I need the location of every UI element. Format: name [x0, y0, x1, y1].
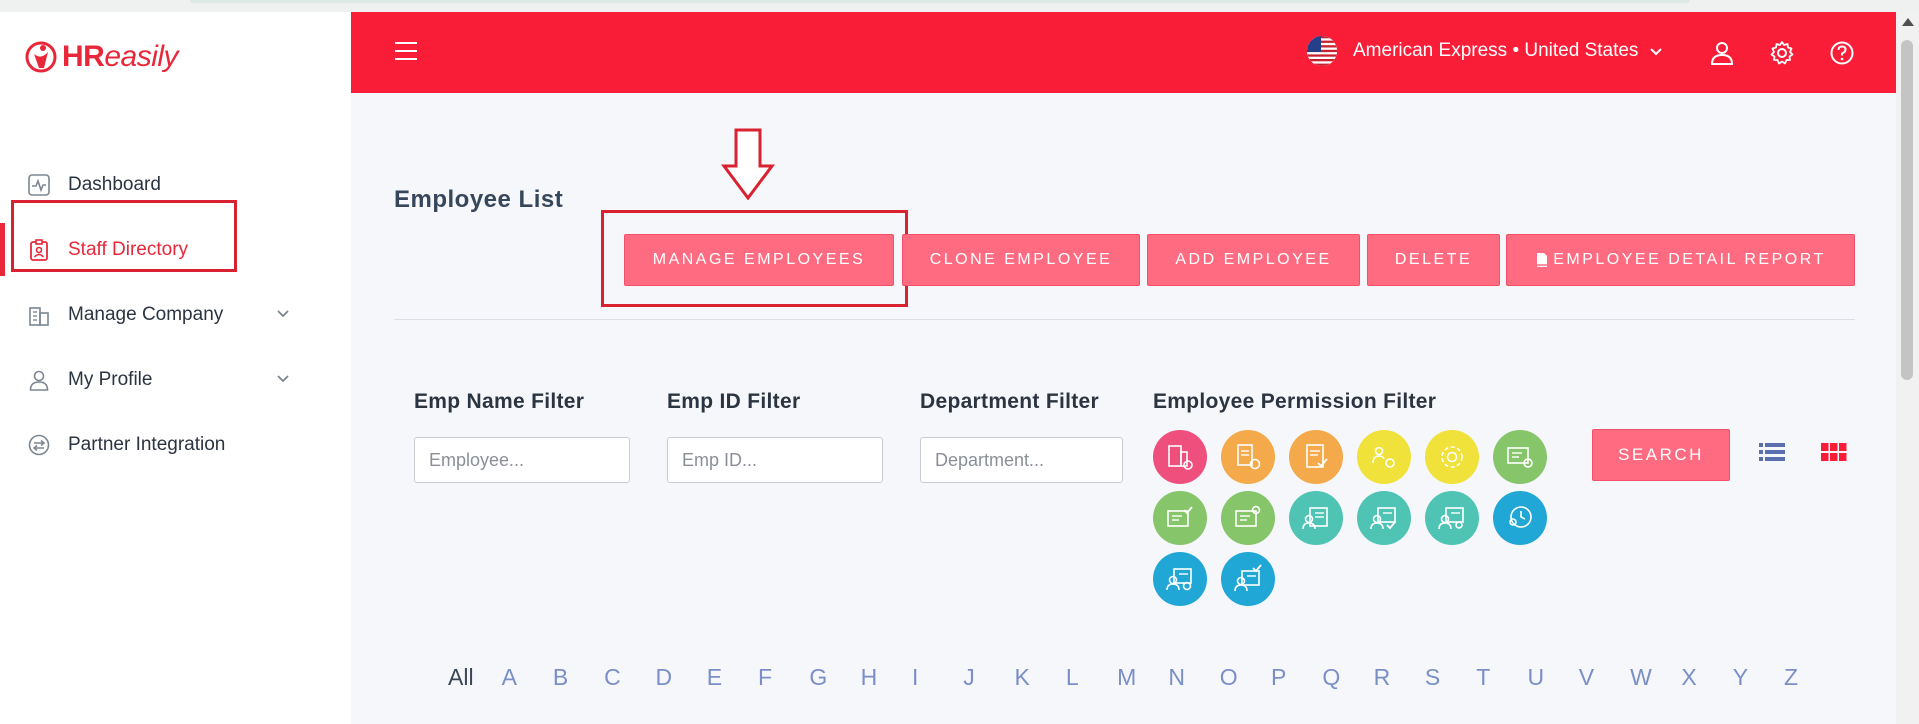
user-icon[interactable]: [1709, 40, 1735, 66]
alpha-n[interactable]: N: [1168, 664, 1219, 691]
alphabet-filter: All A B C D E F G H I J K L M N O P Q R …: [448, 664, 1828, 691]
alpha-x[interactable]: X: [1681, 664, 1732, 691]
alpha-all[interactable]: All: [448, 664, 474, 691]
permission-user-list-icon[interactable]: [1289, 491, 1343, 545]
alpha-c[interactable]: C: [604, 664, 655, 691]
sidebar-item-label: My Profile: [68, 368, 153, 390]
permission-user-approve-icon[interactable]: [1357, 491, 1411, 545]
alpha-p[interactable]: P: [1271, 664, 1322, 691]
permission-card-location-icon[interactable]: [1221, 491, 1275, 545]
annotation-down-arrow-icon: [721, 128, 775, 200]
alpha-v[interactable]: V: [1579, 664, 1630, 691]
page-scrollbar[interactable]: [1896, 12, 1919, 724]
alpha-u[interactable]: U: [1528, 664, 1579, 691]
alpha-f[interactable]: F: [758, 664, 809, 691]
permission-system-settings-icon[interactable]: [1425, 430, 1479, 484]
sidebar-item-manage-company[interactable]: Manage Company: [0, 282, 351, 347]
permission-clock-user-icon[interactable]: [1493, 491, 1547, 545]
chevron-down-icon[interactable]: [275, 371, 291, 387]
highlight-box-staff-directory: [11, 200, 237, 272]
emp-id-filter-input[interactable]: [667, 437, 883, 483]
alpha-i[interactable]: I: [912, 664, 963, 691]
us-flag-icon: [1307, 36, 1337, 66]
permission-filter-label: Employee Permission Filter: [1153, 390, 1437, 413]
department-filter-label: Department Filter: [920, 390, 1099, 413]
permission-card-approve-icon[interactable]: [1153, 491, 1207, 545]
sidebar-item-partner-integration[interactable]: Partner Integration: [0, 412, 351, 477]
browser-chrome-strip: [0, 0, 1919, 12]
alpha-s[interactable]: S: [1425, 664, 1476, 691]
help-icon[interactable]: [1829, 40, 1855, 66]
company-selector[interactable]: American Express • United States: [1307, 36, 1664, 66]
permission-card-settings-icon[interactable]: [1493, 430, 1547, 484]
company-name: American Express • United States: [1353, 40, 1639, 61]
permission-document-approve-icon[interactable]: [1289, 430, 1343, 484]
sidebar-item-label: Partner Integration: [68, 433, 226, 455]
alpha-t[interactable]: T: [1476, 664, 1527, 691]
chevron-down-icon[interactable]: [275, 306, 291, 322]
chevron-down-icon: [1650, 48, 1663, 56]
brand-name: HReasily: [62, 40, 179, 73]
emp-name-filter-input[interactable]: [414, 437, 630, 483]
permission-user-location-icon[interactable]: [1425, 491, 1479, 545]
permission-team-settings-icon[interactable]: [1357, 430, 1411, 484]
document-icon: [1535, 253, 1550, 267]
sidebar-item-label: Manage Company: [68, 303, 224, 325]
section-divider: [394, 319, 1855, 320]
list-view-icon[interactable]: [1758, 440, 1786, 464]
add-employee-button[interactable]: ADD EMPLOYEE: [1147, 234, 1360, 286]
permission-user-time-icon[interactable]: [1153, 552, 1207, 606]
alpha-y[interactable]: Y: [1733, 664, 1784, 691]
emp-name-filter-label: Emp Name Filter: [414, 390, 585, 413]
top-header-bar: American Express • United States: [351, 12, 1896, 93]
manage-employees-button[interactable]: MANAGE EMPLOYEES: [624, 234, 894, 286]
delete-button[interactable]: DELETE: [1367, 234, 1500, 286]
alpha-b[interactable]: B: [553, 664, 604, 691]
sidebar-item-my-profile[interactable]: My Profile: [0, 347, 351, 412]
sidebar-item-label: Dashboard: [68, 173, 161, 195]
logo-icon: [25, 41, 57, 73]
alpha-k[interactable]: K: [1015, 664, 1066, 691]
grid-view-icon[interactable]: [1820, 440, 1848, 464]
active-indicator: [0, 223, 5, 276]
permission-company-settings-icon[interactable]: [1153, 430, 1207, 484]
sidebar: HReasily Dashboard Staff Directory Manag…: [0, 12, 351, 724]
gear-icon[interactable]: [1769, 40, 1795, 66]
swap-icon: [28, 434, 50, 456]
alpha-g[interactable]: G: [809, 664, 860, 691]
alpha-q[interactable]: Q: [1322, 664, 1373, 691]
scroll-up-arrow[interactable]: [1902, 18, 1914, 26]
button-label: EMPLOYEE DETAIL REPORT: [1553, 251, 1826, 268]
alpha-l[interactable]: L: [1066, 664, 1117, 691]
menu-icon[interactable]: [395, 42, 417, 62]
user-icon: [28, 369, 50, 391]
alpha-d[interactable]: D: [655, 664, 706, 691]
employee-detail-report-button[interactable]: EMPLOYEE DETAIL REPORT: [1506, 234, 1855, 286]
clone-employee-button[interactable]: CLONE EMPLOYEE: [902, 234, 1140, 286]
department-filter-input[interactable]: [920, 437, 1123, 483]
building-icon: [28, 304, 50, 326]
permission-document-settings-icon[interactable]: [1221, 430, 1275, 484]
alpha-w[interactable]: W: [1630, 664, 1681, 691]
alpha-e[interactable]: E: [707, 664, 758, 691]
scroll-thumb[interactable]: [1901, 40, 1913, 380]
emp-id-filter-label: Emp ID Filter: [667, 390, 801, 413]
brand-logo[interactable]: HReasily: [24, 40, 179, 74]
alpha-z[interactable]: Z: [1784, 664, 1814, 691]
alpha-h[interactable]: H: [861, 664, 912, 691]
permission-user-verified-icon[interactable]: [1221, 552, 1275, 606]
alpha-o[interactable]: O: [1220, 664, 1271, 691]
alpha-m[interactable]: M: [1117, 664, 1168, 691]
alpha-a[interactable]: A: [502, 664, 553, 691]
search-button[interactable]: SEARCH: [1592, 429, 1730, 481]
activity-icon: [28, 173, 50, 196]
alpha-j[interactable]: J: [963, 664, 1014, 691]
page-title: Employee List: [394, 186, 564, 213]
alpha-r[interactable]: R: [1374, 664, 1425, 691]
